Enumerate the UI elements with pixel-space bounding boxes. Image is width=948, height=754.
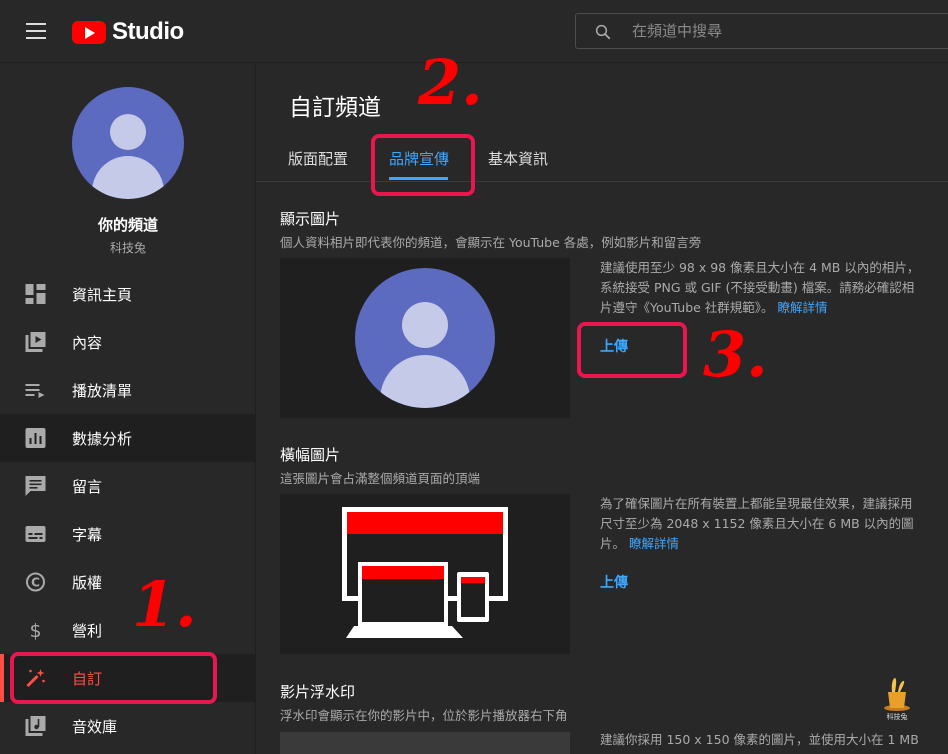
- watermark-desc-line: 建議你採用 150 x 150 像素的圖片，並使用大小在 1 MB: [600, 732, 919, 747]
- annotation-box-branding-tab: [371, 134, 475, 196]
- tab-bar: 版面配置 品牌宣傳 基本資訊: [256, 134, 948, 182]
- sidebar-item-label: 數據分析: [72, 430, 133, 448]
- watermark-section-subtitle: 浮水印會顯示在你的影片中，位於影片播放器右下角: [280, 708, 568, 723]
- annotation-step-1: 1.: [132, 568, 197, 641]
- sidebar-item-label: 音效庫: [72, 718, 118, 736]
- search-input[interactable]: [632, 14, 932, 48]
- sidebar-item-comments[interactable]: 留言: [0, 462, 255, 510]
- banner-section-title: 橫幅圖片: [280, 446, 341, 464]
- picture-section-title: 顯示圖片: [280, 210, 341, 228]
- sidebar-item-analytics[interactable]: 數據分析: [0, 414, 255, 462]
- sidebar-item-label: 營利: [72, 622, 103, 640]
- channel-handle: 科技兔: [109, 241, 146, 255]
- sidebar-item-label: 版權: [72, 574, 103, 592]
- sidebar-item-label: 留言: [72, 478, 103, 496]
- channel-avatar[interactable]: [72, 87, 184, 199]
- rabbit-hat-icon: [884, 678, 910, 711]
- tab-basic-info[interactable]: 基本資訊: [488, 148, 548, 169]
- sidebar-item-playlists[interactable]: 播放清單: [0, 366, 255, 414]
- banner-upload-button[interactable]: 上傳: [600, 572, 628, 592]
- sidebar: 你的頻道 科技兔 資訊主頁 內容 播放清單 數據分析 留言 字幕 C 版權 $ …: [0, 64, 256, 754]
- picture-preview: [280, 258, 570, 418]
- annotation-step-3: 3.: [703, 318, 768, 391]
- page-title: 自訂頻道: [289, 95, 381, 121]
- sidebar-item-audio-library[interactable]: 音效庫: [0, 702, 255, 750]
- youtube-play-icon: [72, 20, 106, 44]
- banner-desc-line: 尺寸至少為 2048 x 1152 像素且大小在 6 MB 以內的圖: [600, 516, 914, 531]
- annotation-box-upload: [577, 322, 687, 378]
- sidebar-item-dashboard[interactable]: 資訊主頁: [0, 270, 255, 318]
- sidebar-item-label: 資訊主頁: [72, 286, 133, 304]
- picture-section-subtitle: 個人資料相片即代表你的頻道，會顯示在 YouTube 各處，例如影片和留言旁: [280, 235, 702, 250]
- banner-description: 為了確保圖片在所有裝置上都能呈現最佳效果，建議採用 尺寸至少為 2048 x 1…: [600, 494, 930, 554]
- subtitles-icon: [25, 526, 46, 542]
- watermark-preview: [280, 732, 570, 754]
- svg-text:$: $: [29, 620, 41, 640]
- annotation-step-2: 2.: [418, 46, 483, 119]
- audio-library-icon: [25, 716, 46, 736]
- search-icon[interactable]: [594, 23, 612, 41]
- sidebar-item-copyright[interactable]: C 版權: [0, 558, 255, 606]
- watermark-section-title: 影片浮水印: [280, 683, 356, 701]
- dashboard-icon: [25, 284, 46, 304]
- logo-text: Studio: [112, 18, 184, 45]
- copyright-icon: C: [26, 572, 45, 592]
- picture-learn-more-link[interactable]: 瞭解詳情: [778, 300, 828, 315]
- search-box[interactable]: [575, 13, 948, 49]
- sidebar-item-label: 內容: [72, 334, 103, 352]
- banner-section-subtitle: 這張圖片會占滿整個頻道頁面的頂端: [280, 471, 481, 486]
- annotation-box-customization: [10, 652, 217, 704]
- channel-name: 你的頻道: [97, 216, 158, 234]
- banner-desc-line: 為了確保圖片在所有裝置上都能呈現最佳效果，建議採用: [600, 496, 913, 511]
- sidebar-item-monetization[interactable]: $ 營利: [0, 606, 255, 654]
- sidebar-item-label: 播放清單: [72, 382, 133, 400]
- picture-desc-line: 系統接受 PNG 或 GIF (不接受動畫) 檔案。請務必確認相: [600, 280, 915, 295]
- comments-icon: [25, 476, 46, 496]
- avatar-preview-image: [355, 268, 495, 408]
- dollar-icon: $: [29, 620, 41, 640]
- banner-preview: [280, 494, 570, 654]
- studio-logo[interactable]: Studio: [72, 18, 184, 46]
- picture-description: 建議使用至少 98 x 98 像素且大小在 4 MB 以內的相片， 系統接受 P…: [600, 258, 930, 318]
- main-content: 自訂頻道 版面配置 品牌宣傳 基本資訊 顯示圖片 個人資料相片即代表你的頻道，會…: [256, 64, 948, 754]
- menu-icon[interactable]: [26, 23, 46, 39]
- banner-learn-more-link[interactable]: 瞭解詳情: [629, 536, 679, 551]
- picture-desc-line: 建議使用至少 98 x 98 像素且大小在 4 MB 以內的相片，: [600, 260, 920, 275]
- tab-layout[interactable]: 版面配置: [288, 148, 348, 169]
- sidebar-item-content[interactable]: 內容: [0, 318, 255, 366]
- rabbit-logo-text: 科技兔: [886, 713, 908, 721]
- svg-text:C: C: [31, 576, 40, 590]
- watermark-description: 建議你採用 150 x 150 像素的圖片，並使用大小在 1 MB: [600, 730, 930, 750]
- devices-illustration: [342, 507, 508, 638]
- rabbit-logo: 科技兔: [880, 676, 914, 722]
- sidebar-item-label: 字幕: [72, 526, 103, 544]
- content-icon: [25, 332, 46, 352]
- banner-desc-line: 片。: [600, 536, 626, 551]
- sidebar-item-subtitles[interactable]: 字幕: [0, 510, 255, 558]
- analytics-icon: [25, 428, 46, 448]
- playlist-icon: [25, 384, 45, 398]
- picture-desc-line: 片遵守《YouTube 社群規範》。: [600, 300, 774, 315]
